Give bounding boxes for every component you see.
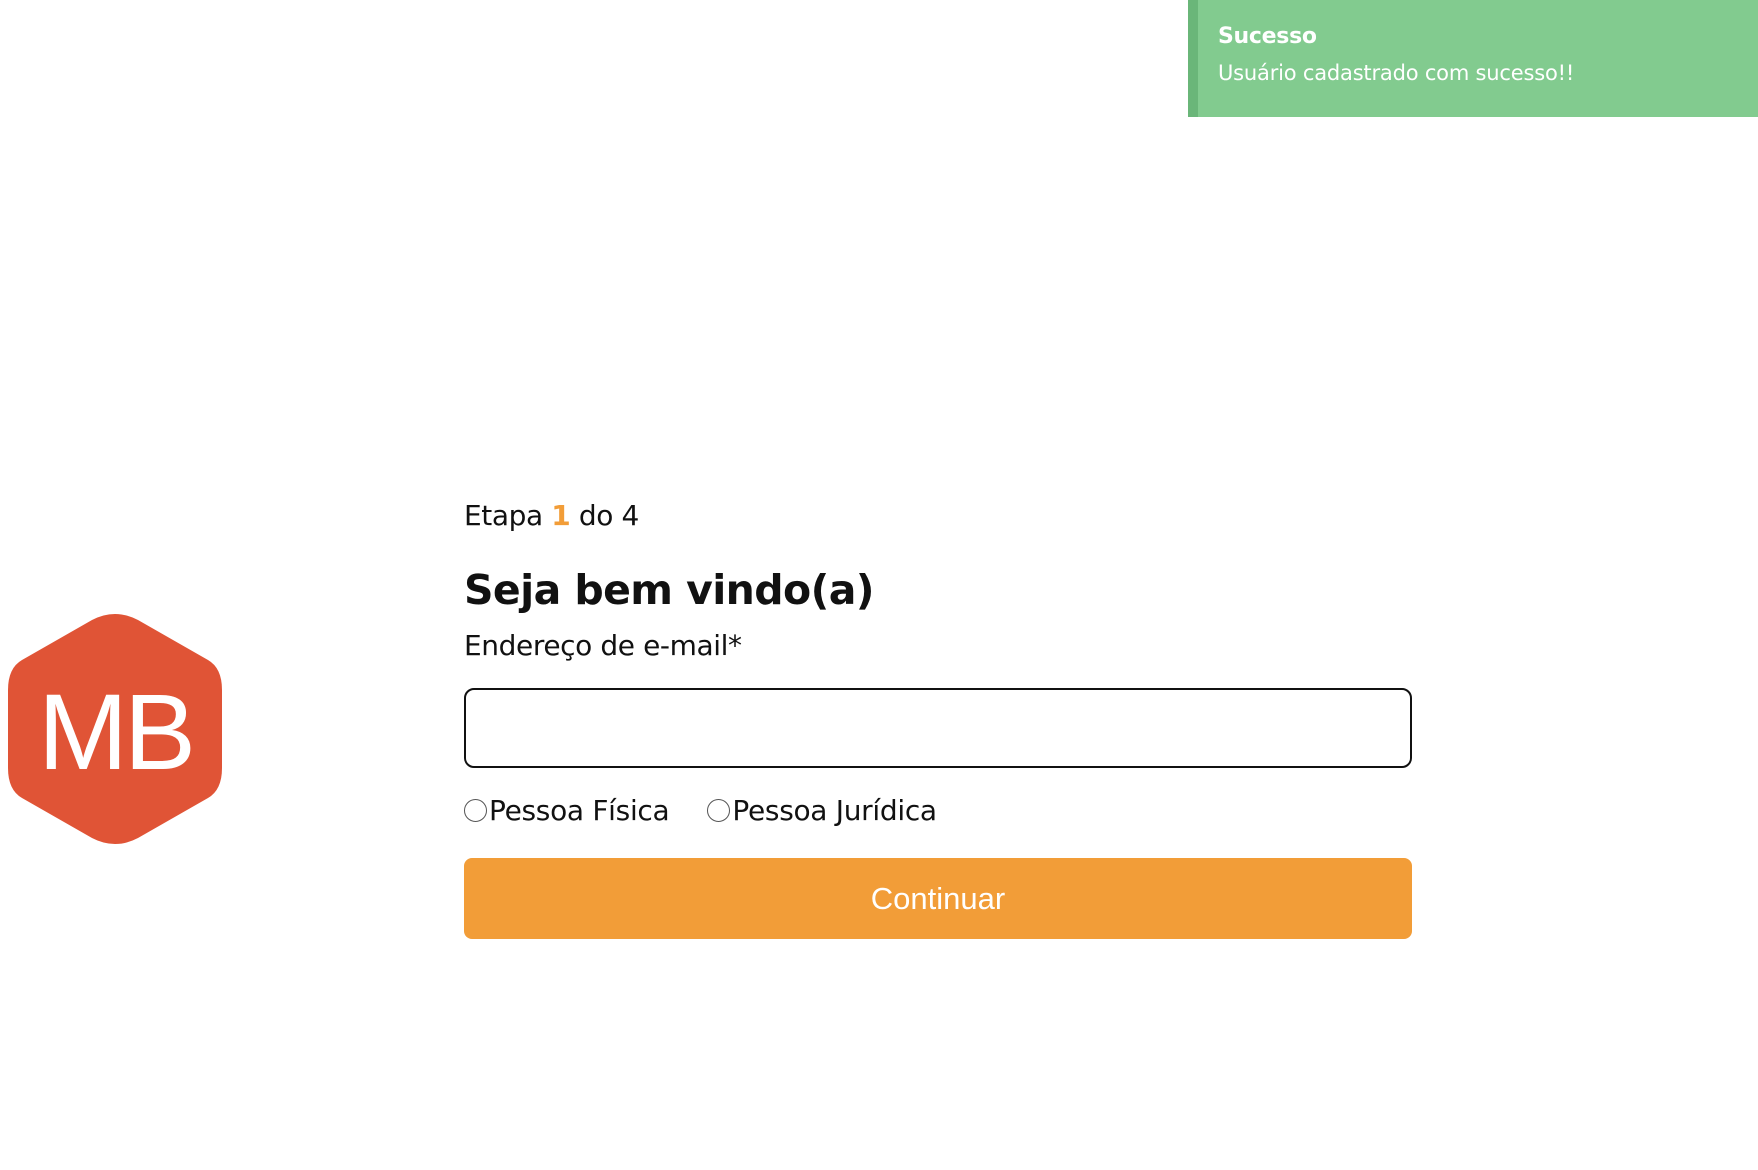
radio-label-pessoa-juridica: Pessoa Jurídica (732, 793, 937, 827)
radio-label-pessoa-fisica: Pessoa Física (489, 793, 670, 827)
page: Sucesso Usuário cadastrado com sucesso!!… (0, 0, 1758, 1170)
success-toast[interactable]: Sucesso Usuário cadastrado com sucesso!! (1188, 0, 1758, 117)
toast-message: Usuário cadastrado com sucesso!! (1218, 61, 1575, 85)
page-title: Seja bem vindo(a) (464, 566, 875, 614)
radio-pessoa-fisica[interactable]: Pessoa Física (464, 793, 670, 827)
step-indicator: Etapa 1 do 4 (464, 490, 1412, 542)
radio-circle-icon[interactable] (707, 798, 731, 822)
person-type-radio-group: Pessoa Física Pessoa Jurídica (464, 790, 1412, 830)
email-field[interactable] (464, 688, 1412, 768)
registration-form: Etapa 1 do 4 Seja bem vindo(a) Endereço … (464, 490, 1412, 939)
email-label: Endereço de e-mail* (464, 629, 742, 662)
continue-button[interactable]: Continuar (464, 858, 1412, 939)
step-current: 1 (551, 499, 571, 532)
step-prefix: Etapa (464, 499, 543, 532)
logo-text: MB (38, 671, 192, 792)
step-suffix: do 4 (578, 499, 639, 532)
mb-logo: MB (8, 614, 222, 844)
radio-pessoa-juridica[interactable]: Pessoa Jurídica (707, 793, 937, 827)
radio-circle-icon[interactable] (464, 798, 487, 822)
toast-title: Sucesso (1218, 24, 1317, 49)
